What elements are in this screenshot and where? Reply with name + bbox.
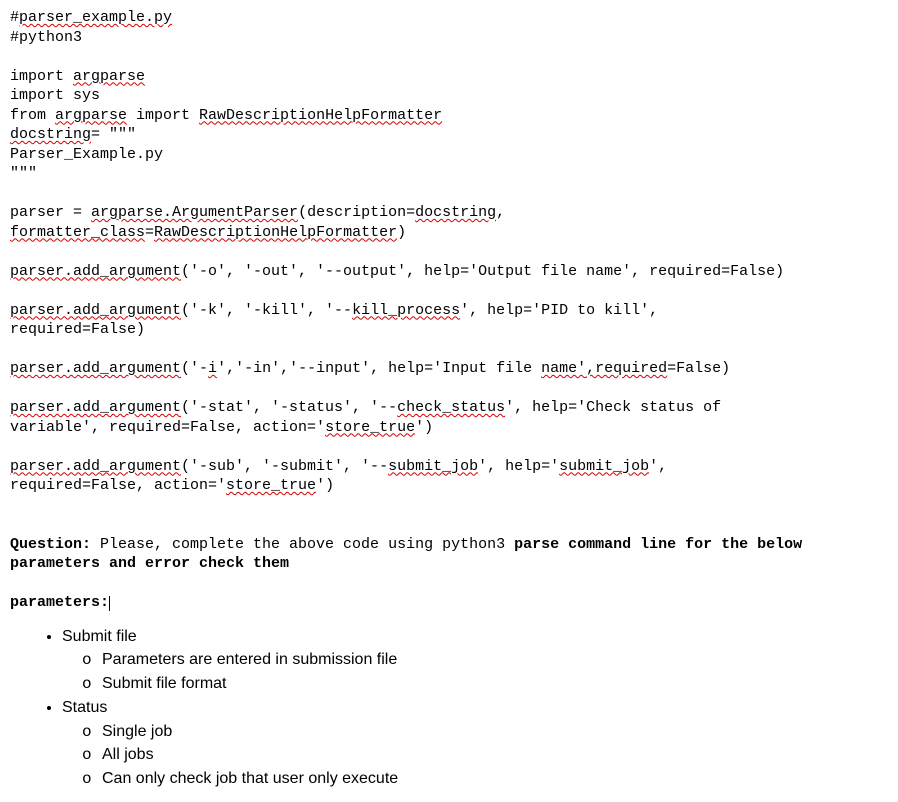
code-line: required=False) — [10, 321, 145, 338]
code-line: parser.add_argument('-o', '-out', '--out… — [10, 263, 784, 280]
question-label: Question: — [10, 536, 91, 553]
code-line: #parser_example.py — [10, 9, 172, 26]
list-item: Can only check job that user only execut… — [102, 769, 888, 790]
code-line: parser.add_argument('-stat', '-status', … — [10, 399, 721, 416]
code-line: variable', required=False, action='store… — [10, 419, 433, 436]
code-line: import argparse — [10, 68, 145, 85]
code-line: parser.add_argument('-sub', '-submit', '… — [10, 458, 667, 475]
parameters-label: parameters: — [10, 594, 109, 611]
parameters-list: Submit file Parameters are entered in su… — [10, 627, 888, 791]
text-cursor — [109, 596, 110, 611]
list-item: Single job — [102, 722, 888, 743]
code-line: """ — [10, 165, 37, 182]
list-item: Parameters are entered in submission fil… — [102, 650, 888, 671]
code-line: import sys — [10, 87, 100, 104]
list-item: Submit file Parameters are entered in su… — [62, 627, 888, 695]
code-block: #parser_example.py #python3 import argpa… — [10, 8, 888, 535]
list-item: Submit file format — [102, 674, 888, 695]
code-line: parser.add_argument('-i','-in','--input'… — [10, 360, 730, 377]
question-text: Please, complete the above code using py… — [91, 536, 514, 553]
list-item: Status Single job All jobs Can only chec… — [62, 698, 888, 790]
code-line: parser = argparse.ArgumentParser(descrip… — [10, 204, 505, 221]
code-line: required=False, action='store_true') — [10, 477, 334, 494]
code-line: #python3 — [10, 29, 82, 46]
code-line: Parser_Example.py — [10, 146, 163, 163]
code-line: docstring= """ — [10, 126, 136, 143]
question-block: Question: Please, complete the above cod… — [10, 535, 888, 613]
code-line: from argparse import RawDescriptionHelpF… — [10, 107, 442, 124]
code-line: parser.add_argument('-k', '-kill', '--ki… — [10, 302, 658, 319]
code-line: formatter_class=RawDescriptionHelpFormat… — [10, 224, 406, 241]
list-item: All jobs — [102, 745, 888, 766]
